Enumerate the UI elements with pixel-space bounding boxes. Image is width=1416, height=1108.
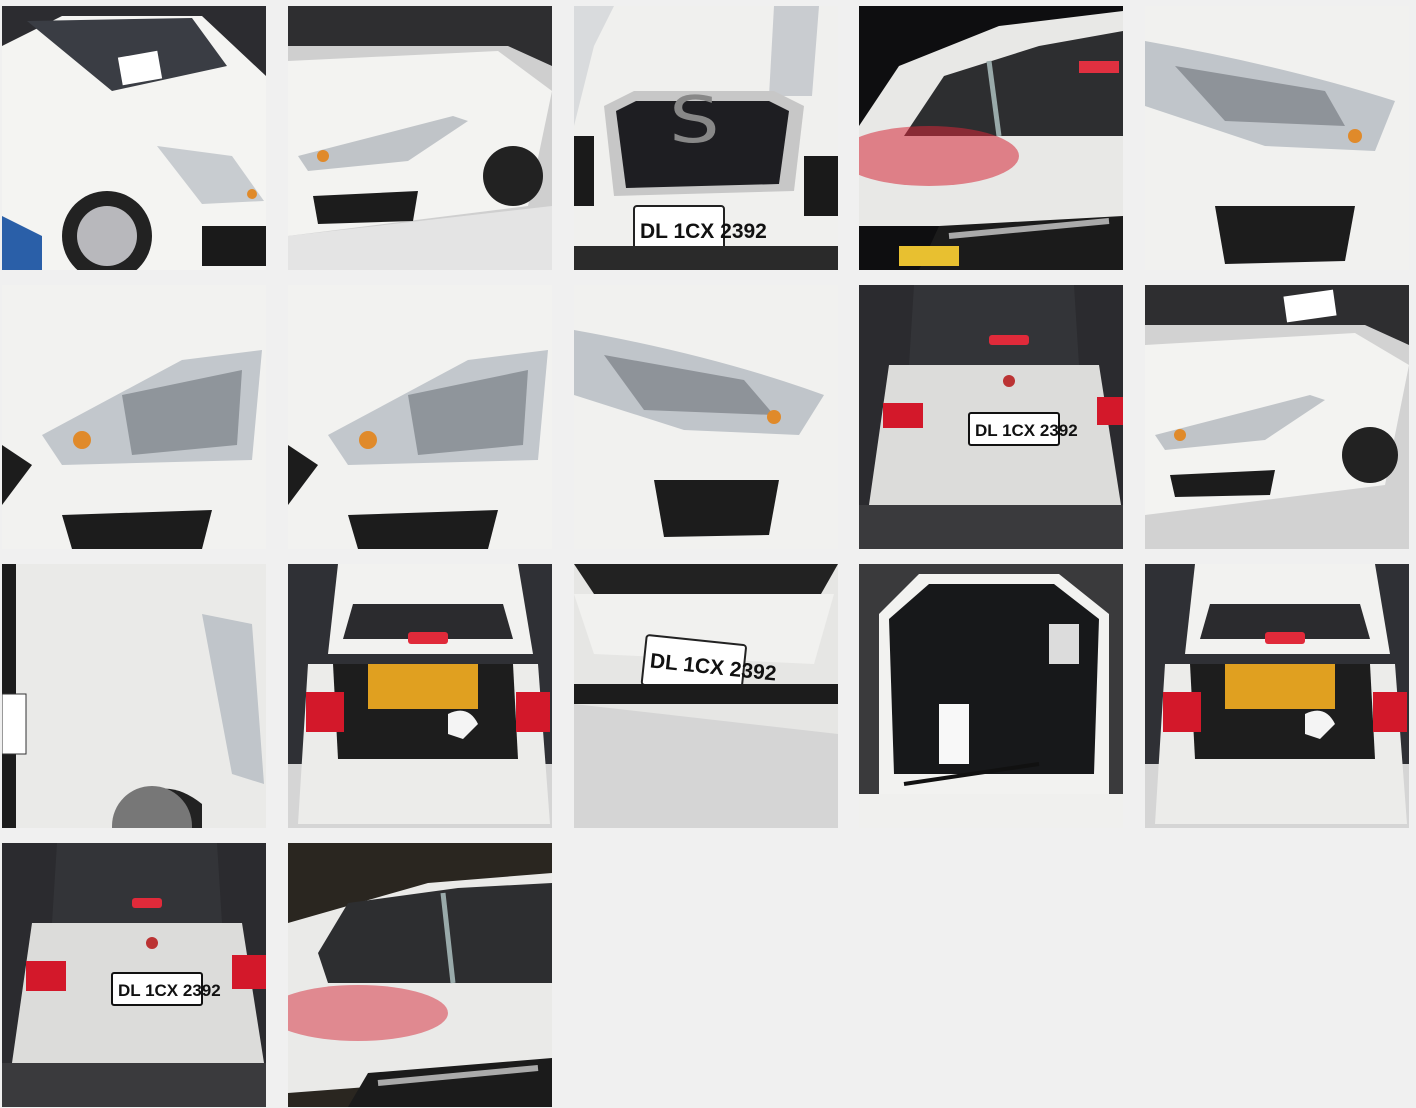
car-headlight-closeup-image (574, 285, 838, 549)
car-front-left-image (2, 6, 266, 270)
car-left-fender-image (2, 564, 266, 828)
plate-number-text: DL 1CX 2392 (118, 981, 221, 1000)
car-headlight-wide-image (288, 6, 552, 270)
car-headlight-closeup-image (2, 285, 266, 549)
gallery-thumb-8[interactable] (574, 285, 838, 549)
car-open-boot-image (1145, 564, 1409, 828)
gallery-thumb-7[interactable] (288, 285, 552, 549)
gallery-thumb-3[interactable]: S DL 1CX 2392 (574, 6, 838, 270)
car-open-boot-image (288, 564, 552, 828)
gallery-thumb-14[interactable] (859, 564, 1123, 828)
car-rear-view-image: DL 1CX 2392 (2, 843, 266, 1107)
gallery-thumb-12[interactable] (288, 564, 552, 828)
car-side-window-image (288, 843, 552, 1107)
gallery-thumb-17[interactable] (288, 843, 552, 1107)
gallery-thumb-11[interactable] (2, 564, 266, 828)
gallery-thumb-6[interactable] (2, 285, 266, 549)
car-windshield-image (859, 564, 1123, 828)
plate-number-text: DL 1CX 2392 (975, 421, 1078, 440)
plate-number-text: DL 1CX 2392 (640, 220, 767, 243)
gallery-thumb-2[interactable] (288, 6, 552, 270)
car-front-grille-image: S DL 1CX 2392 (574, 6, 838, 270)
gallery-thumb-1[interactable] (2, 6, 266, 270)
car-headlight-closeup-image (288, 285, 552, 549)
gallery-thumb-13[interactable]: DL 1CX 2392 (574, 564, 838, 828)
car-front-plate-image: DL 1CX 2392 (574, 564, 838, 828)
car-headlight-wide-image (1145, 285, 1409, 549)
svg-text:S: S (669, 84, 720, 158)
image-gallery: S DL 1CX 2392 DL 1CX 2392 DL 1CX 2392 DL… (0, 0, 1416, 1108)
gallery-thumb-15[interactable] (1145, 564, 1409, 828)
gallery-thumb-9[interactable]: DL 1CX 2392 (859, 285, 1123, 549)
car-rear-view-image: DL 1CX 2392 (859, 285, 1123, 549)
gallery-thumb-5[interactable] (1145, 6, 1409, 270)
gallery-thumb-4[interactable] (859, 6, 1123, 270)
car-headlight-closeup-image (1145, 6, 1409, 270)
gallery-thumb-16[interactable]: DL 1CX 2392 (2, 843, 266, 1107)
gallery-thumb-10[interactable] (1145, 285, 1409, 549)
car-side-window-image (859, 6, 1123, 270)
